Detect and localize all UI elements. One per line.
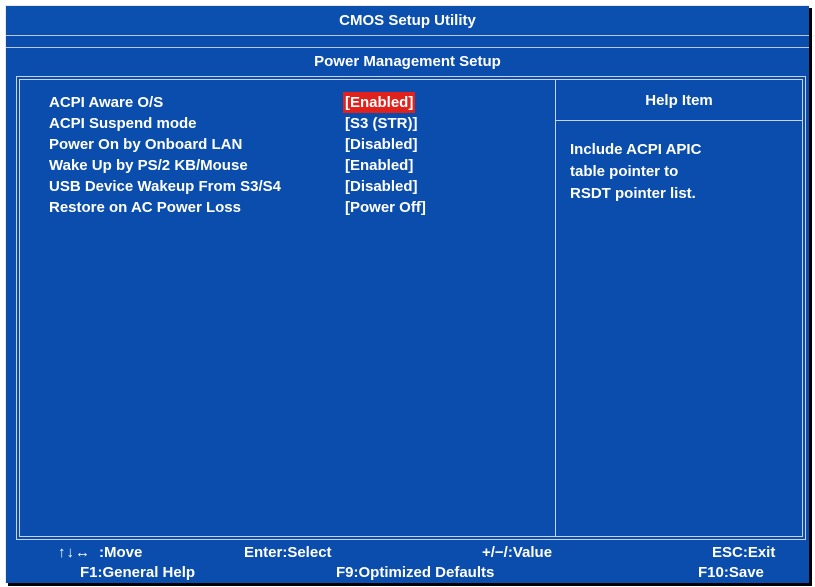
help-line: Include ACPI APIC (570, 141, 702, 158)
value-hint: +/−/:Value (482, 544, 553, 561)
setting-label: Wake Up by PS/2 KB/Mouse (49, 157, 248, 174)
help-title: Help Item (645, 91, 713, 109)
exit-hint: ESC:Exit (712, 544, 776, 561)
setting-value[interactable]: [Disabled] (343, 176, 420, 197)
move-hint: :Move (99, 544, 143, 561)
help-line: table pointer to (570, 163, 679, 180)
setting-value[interactable]: [Enabled] (343, 155, 415, 176)
setting-value[interactable]: [Disabled] (343, 134, 420, 155)
save-hint: F10:Save (698, 564, 764, 581)
select-hint: Enter:Select (244, 544, 332, 561)
arrow-keys-icon: ↑↓↔ (58, 544, 91, 561)
help-text: Include ACPI APIC table pointer to RSDT … (570, 139, 790, 205)
bios-window: CMOS Setup Utility Power Management Setu… (5, 5, 809, 583)
setting-value[interactable]: [S3 (STR)] (343, 113, 420, 134)
setting-value[interactable]: [Power Off] (343, 197, 428, 218)
setting-label: ACPI Aware O/S (49, 94, 164, 111)
key-legend: ↑↓↔ :Move Enter:Select +/−/:Value ESC:Ex… (6, 540, 809, 583)
setting-label: Power On by Onboard LAN (49, 136, 243, 153)
setting-label: USB Device Wakeup From S3/S4 (49, 178, 282, 195)
window-title: CMOS Setup Utility (6, 6, 809, 34)
help-title-divider (555, 120, 802, 121)
general-help-hint: F1:General Help (80, 564, 196, 581)
settings-panel: ACPI Aware O/S [Enabled] ACPI Suspend mo… (16, 76, 806, 540)
setting-label: Restore on AC Power Loss (49, 199, 241, 216)
help-divider (555, 80, 556, 536)
help-line: RSDT pointer list. (570, 185, 696, 202)
page-title: Power Management Setup (314, 52, 501, 70)
setting-label: ACPI Suspend mode (49, 115, 197, 132)
setting-value-selected[interactable]: [Enabled] (343, 92, 416, 113)
optimized-defaults-hint: F9:Optimized Defaults (336, 564, 495, 581)
title-divider (6, 35, 809, 36)
